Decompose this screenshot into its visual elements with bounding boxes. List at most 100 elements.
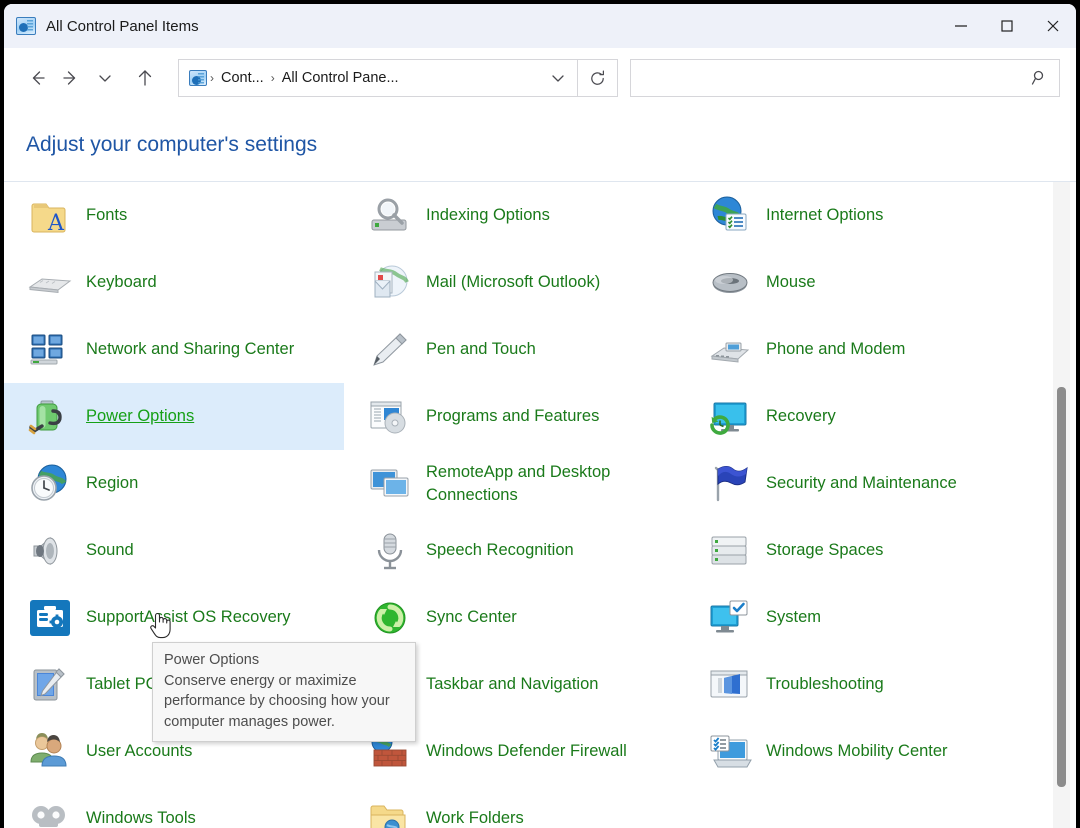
control-panel-item-label: Sync Center (426, 606, 517, 628)
page-title: Adjust your computer's settings (26, 133, 317, 157)
control-panel-item-work-folders[interactable]: Work Folders (344, 785, 684, 828)
control-panel-item-label: Mouse (766, 271, 816, 293)
control-panel-item-security-and-maintenance[interactable]: Security and Maintenance (684, 450, 1024, 517)
network-sharing-icon (26, 326, 74, 374)
windows-mobility-icon (706, 728, 754, 776)
control-panel-item-storage-spaces[interactable]: Storage Spaces (684, 517, 1024, 584)
recent-locations-chevron-down-icon[interactable] (88, 61, 122, 95)
control-panel-item-fonts[interactable]: AFonts (4, 182, 344, 249)
control-panel-item-pen-and-touch[interactable]: Pen and Touch (344, 316, 684, 383)
storage-spaces-icon (706, 527, 754, 575)
control-panel-item-label: Windows Mobility Center (766, 740, 948, 762)
up-arrow-icon[interactable] (128, 61, 162, 95)
programs-features-icon (366, 393, 414, 441)
header-band: Adjust your computer's settings View by:… (4, 108, 1076, 182)
control-panel-item-remoteapp-and-desktop-connections[interactable]: RemoteApp and Desktop Connections (344, 450, 684, 517)
vertical-scrollbar[interactable] (1053, 182, 1070, 828)
address-control-panel-icon (189, 70, 207, 86)
control-panel-item-label: Indexing Options (426, 204, 550, 226)
fonts-icon: A (26, 192, 74, 240)
control-panel-items-area: AFonts Indexing Options Internet Options Ke… (4, 182, 1076, 828)
control-panel-item-label: User Accounts (86, 740, 192, 762)
control-panel-item-label: Pen and Touch (426, 338, 536, 360)
control-panel-item-mail-microsoft-outlook[interactable]: Mail (Microsoft Outlook) (344, 249, 684, 316)
items-row: Region RemoteApp and Desktop Connections S… (4, 450, 1049, 517)
close-icon[interactable] (1030, 4, 1076, 48)
control-panel-item-recovery[interactable]: Recovery (684, 383, 1024, 450)
breadcrumb-control-panel[interactable]: Cont... (217, 70, 268, 86)
address-bar[interactable]: › Cont... › All Control Pane... (178, 59, 578, 97)
control-panel-window: All Control Panel Items (4, 4, 1076, 828)
control-panel-item-label: Security and Maintenance (766, 472, 957, 494)
items-row: Power Options Programs and Features Recove… (4, 383, 1049, 450)
control-panel-item-label: Power Options (86, 405, 194, 427)
svg-text:A: A (47, 211, 65, 236)
user-accounts-icon (26, 728, 74, 776)
maximize-icon[interactable] (984, 4, 1030, 48)
control-panel-item-power-options[interactable]: Power Options (4, 383, 344, 450)
control-panel-item-label: Work Folders (426, 807, 524, 828)
tooltip-line-2: performance by choosing how your (164, 691, 404, 712)
work-folders-icon (366, 795, 414, 828)
control-panel-item-sync-center[interactable]: Sync Center (344, 584, 684, 651)
control-panel-item-empty (684, 785, 1024, 828)
control-panel-item-mouse[interactable]: Mouse (684, 249, 1024, 316)
supportassist-icon (26, 594, 74, 642)
breadcrumb-all-control-panel-items[interactable]: All Control Pane... (278, 70, 403, 86)
control-panel-item-label: System (766, 606, 821, 628)
items-row: Windows Tools Work Folders (4, 785, 1049, 828)
control-panel-item-programs-and-features[interactable]: Programs and Features (344, 383, 684, 450)
tooltip-line-1: Conserve energy or maximize (164, 671, 404, 692)
title-bar: All Control Panel Items (4, 4, 1076, 48)
control-panel-item-label: Keyboard (86, 271, 157, 293)
items-row: SupportAssist OS Recovery Sync Center Syst… (4, 584, 1049, 651)
control-panel-item-label: Troubleshooting (766, 673, 884, 695)
control-panel-item-system[interactable]: System (684, 584, 1024, 651)
navigation-toolbar: › Cont... › All Control Pane... (4, 48, 1076, 108)
system-icon (706, 594, 754, 642)
control-panel-item-label: Windows Tools (86, 807, 196, 828)
control-panel-item-sound[interactable]: Sound (4, 517, 344, 584)
control-panel-item-internet-options[interactable]: Internet Options (684, 182, 1024, 249)
control-panel-item-indexing-options[interactable]: Indexing Options (344, 182, 684, 249)
breadcrumb-separator-2: › (268, 71, 278, 85)
back-arrow-icon[interactable] (20, 61, 54, 95)
refresh-icon[interactable] (578, 59, 618, 97)
window-title: All Control Panel Items (46, 18, 199, 35)
control-panel-item-windows-tools[interactable]: Windows Tools (4, 785, 344, 828)
title-bar-left: All Control Panel Items (4, 17, 199, 35)
control-panel-item-speech-recognition[interactable]: Speech Recognition (344, 517, 684, 584)
scrollbar-thumb[interactable] (1057, 387, 1066, 787)
search-icon[interactable] (1031, 69, 1049, 87)
empty-icon (706, 795, 754, 828)
mouse-icon (706, 259, 754, 307)
control-panel-item-label: Network and Sharing Center (86, 338, 294, 360)
troubleshooting-icon (706, 661, 754, 709)
security-maintenance-icon (706, 460, 754, 508)
control-panel-item-troubleshooting[interactable]: Troubleshooting (684, 651, 1024, 718)
keyboard-icon (26, 259, 74, 307)
control-panel-item-label: Speech Recognition (426, 539, 574, 561)
indexing-options-icon (366, 192, 414, 240)
control-panel-item-windows-mobility-center[interactable]: Windows Mobility Center (684, 718, 1024, 785)
pen-touch-icon (366, 326, 414, 374)
sound-icon (26, 527, 74, 575)
forward-arrow-icon[interactable] (54, 61, 88, 95)
items-row: Network and Sharing Center Pen and Touch P… (4, 316, 1049, 383)
tooltip-title: Power Options (164, 650, 404, 671)
control-panel-item-phone-and-modem[interactable]: Phone and Modem (684, 316, 1024, 383)
address-chevron-down-icon[interactable] (543, 63, 573, 93)
control-panel-item-region[interactable]: Region (4, 450, 344, 517)
control-panel-item-keyboard[interactable]: Keyboard (4, 249, 344, 316)
minimize-icon[interactable] (938, 4, 984, 48)
search-box[interactable] (630, 59, 1060, 97)
tooltip: Power Options Conserve energy or maximiz… (152, 642, 416, 742)
control-panel-item-label: Recovery (766, 405, 836, 427)
search-input[interactable] (641, 70, 1031, 86)
control-panel-item-label: RemoteApp and Desktop Connections (426, 461, 681, 506)
control-panel-item-network-and-sharing-center[interactable]: Network and Sharing Center (4, 316, 344, 383)
control-panel-item-label: Taskbar and Navigation (426, 673, 598, 695)
items-row: AFonts Indexing Options Internet Options (4, 182, 1049, 249)
tablet-pc-icon (26, 661, 74, 709)
control-panel-item-supportassist-os-recovery[interactable]: SupportAssist OS Recovery (4, 584, 344, 651)
